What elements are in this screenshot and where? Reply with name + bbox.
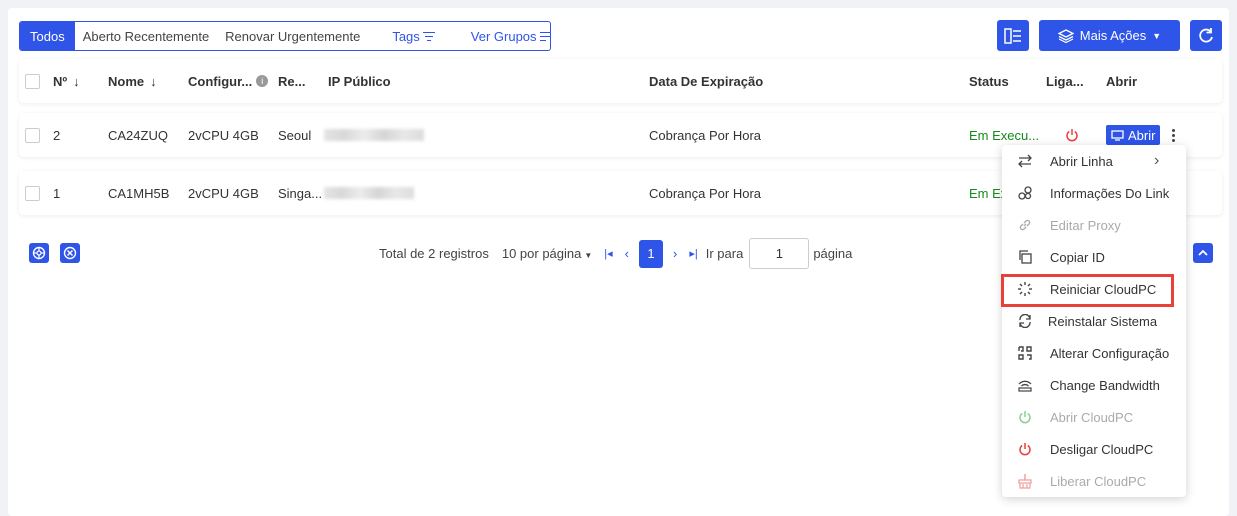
tab-all[interactable]: Todos xyxy=(20,22,75,50)
power-icon xyxy=(1066,129,1078,142)
header-region: Re... xyxy=(278,73,306,89)
row-checkbox[interactable] xyxy=(25,171,40,215)
row-name: CA1MH5B xyxy=(108,185,170,201)
menu-shutdown[interactable]: Desligar CloudPC xyxy=(1002,433,1186,465)
monitor-icon xyxy=(1111,129,1124,141)
refresh-button[interactable] xyxy=(1190,20,1222,51)
caret-down-icon: ▼ xyxy=(584,251,593,260)
pagination: Total de 2 registros 10 por página ▼ |◂ ‹… xyxy=(379,238,852,269)
chevron-up-icon xyxy=(1198,249,1208,256)
groups-filter-button[interactable]: Ver Grupos xyxy=(463,22,550,50)
last-page-icon[interactable]: ▸| xyxy=(689,247,697,260)
header-no[interactable]: Nº ↓ xyxy=(53,59,80,103)
link-chain-icon xyxy=(1017,185,1033,201)
row-ip-redacted xyxy=(324,171,414,215)
header-ip: IP Público xyxy=(328,73,391,89)
menu-power-on[interactable]: Abrir CloudPC xyxy=(1002,401,1186,433)
select-all-checkbox[interactable] xyxy=(25,59,40,103)
menu-reinstall-system[interactable]: Reinstalar Sistema xyxy=(1002,305,1186,337)
row-region: Seoul xyxy=(278,127,312,143)
page-suffix: página xyxy=(813,246,853,261)
menu-change-bandwidth[interactable]: Change Bandwidth xyxy=(1002,369,1186,401)
more-actions-button[interactable]: Mais Ações ▼ xyxy=(1039,20,1180,51)
open-button[interactable]: Abrir xyxy=(1106,125,1161,145)
goto-label: Ir para xyxy=(705,246,744,261)
layers-icon xyxy=(1057,28,1074,43)
row-ip-redacted xyxy=(324,113,424,157)
info-icon: i xyxy=(256,75,269,87)
swap-arrows-icon xyxy=(1017,153,1033,169)
row-region: Singa... xyxy=(278,185,323,201)
prev-page-icon[interactable]: ‹ xyxy=(625,246,629,261)
tab-renew-urgently[interactable]: Renovar Urgentemente xyxy=(217,22,368,50)
row-expiry: Cobrança Por Hora xyxy=(649,185,761,201)
header-status: Status xyxy=(969,73,1009,89)
copy-icon xyxy=(1017,249,1033,265)
row-no: 2 xyxy=(53,127,61,143)
filter-icon xyxy=(422,31,435,41)
more-actions-label: Mais Ações xyxy=(1079,28,1147,43)
config-icon xyxy=(1017,345,1033,361)
row-no: 1 xyxy=(53,185,61,201)
chevron-right-icon: › xyxy=(1154,152,1160,169)
caret-down-icon: ▼ xyxy=(1152,30,1162,41)
power-red-icon xyxy=(1017,441,1033,457)
open-button-label: Abrir xyxy=(1128,127,1156,143)
menu-change-config[interactable]: Alterar Configuração xyxy=(1002,337,1186,369)
header-open: Abrir xyxy=(1106,73,1138,89)
close-circle-icon xyxy=(63,246,77,260)
total-records: Total de 2 registros xyxy=(379,246,489,261)
header-link: Liga... xyxy=(1046,73,1084,89)
first-page-icon[interactable]: |◂ xyxy=(604,247,612,260)
row-config: 2vCPU 4GB xyxy=(188,185,259,201)
tab-recently-opened[interactable]: Aberto Recentemente xyxy=(75,22,217,50)
menu-link-info[interactable]: Informações Do Link xyxy=(1002,177,1186,209)
header-expiry: Data De Expiração xyxy=(649,73,764,89)
tags-filter-button[interactable]: Tags xyxy=(384,22,442,50)
refresh-icon xyxy=(1017,313,1033,329)
row-checkbox[interactable] xyxy=(25,113,40,157)
broom-icon xyxy=(1017,473,1033,489)
link-icon xyxy=(1017,217,1033,233)
per-page-select[interactable]: 10 por página ▼ xyxy=(502,246,592,261)
groups-label: Ver Grupos xyxy=(470,28,537,44)
filter-tabs: Todos Aberto Recentemente Renovar Urgent… xyxy=(19,21,551,51)
menu-release[interactable]: Liberar CloudPC xyxy=(1002,465,1186,497)
more-vertical-icon xyxy=(1168,127,1179,144)
row-name: CA24ZUQ xyxy=(108,127,168,143)
next-page-icon[interactable]: › xyxy=(673,246,677,261)
settings-wheel-button[interactable] xyxy=(29,243,49,263)
row-expiry: Cobrança Por Hora xyxy=(649,127,761,143)
row-actions-menu: Abrir Linha › Informações Do Link Editar… xyxy=(1002,145,1186,497)
aperture-icon xyxy=(32,246,46,260)
sort-down-icon: ↓ xyxy=(150,73,157,89)
tags-label: Tags xyxy=(392,28,420,44)
menu-edit-proxy[interactable]: Editar Proxy xyxy=(1002,209,1186,241)
clear-button[interactable] xyxy=(60,243,80,263)
goto-page-input[interactable]: 1 xyxy=(749,238,810,269)
sort-down-icon: ↓ xyxy=(73,73,80,89)
row-config: 2vCPU 4GB xyxy=(188,127,259,143)
layout-toggle-button[interactable] xyxy=(997,20,1029,51)
sort-lines-icon xyxy=(539,31,550,41)
bandwidth-icon xyxy=(1017,377,1033,393)
table-header: Nº ↓ Nome ↓ Configur... i Re... IP Público… xyxy=(19,59,1222,103)
page-button-current[interactable]: 1 xyxy=(639,239,664,268)
refresh-icon xyxy=(1199,27,1213,42)
menu-open-line[interactable]: Abrir Linha › xyxy=(1002,145,1186,177)
list-layout-icon xyxy=(1004,27,1021,44)
header-name[interactable]: Nome ↓ xyxy=(108,59,157,103)
scroll-top-button[interactable] xyxy=(1193,243,1213,263)
menu-copy-id[interactable]: Copiar ID xyxy=(1002,241,1186,273)
highlight-box xyxy=(1001,274,1174,307)
power-green-icon xyxy=(1017,409,1033,425)
header-config: Configur... i xyxy=(188,59,269,103)
